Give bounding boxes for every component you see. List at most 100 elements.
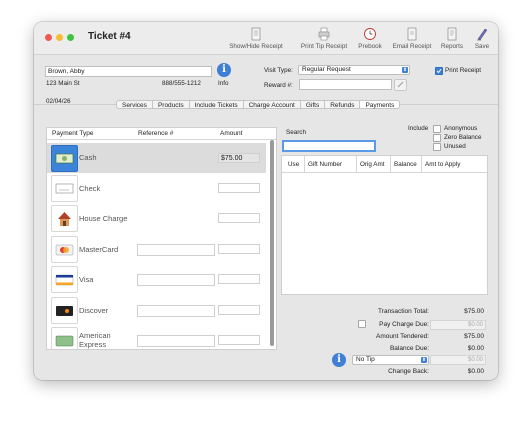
- visit-type-label: Visit Type:: [264, 67, 293, 74]
- visit-type-value: Regular Request: [302, 66, 351, 73]
- payment-row-american-express[interactable]: American Express: [47, 325, 266, 349]
- payment-row-house-charge[interactable]: House Charge: [47, 203, 266, 233]
- save-button[interactable]: Save: [471, 27, 493, 50]
- close-window-button[interactable]: [45, 34, 52, 41]
- use-header: Use: [288, 161, 300, 168]
- client-info-icon[interactable]: i: [217, 63, 231, 77]
- reward-lookup-button[interactable]: [394, 79, 407, 91]
- toolbar-label: Save: [474, 43, 490, 50]
- tab-payments[interactable]: Payments: [360, 100, 401, 109]
- minimize-window-button[interactable]: [56, 34, 63, 41]
- tab-refunds[interactable]: Refunds: [325, 100, 361, 109]
- reward-label: Reward #:: [264, 82, 293, 89]
- toolbar-label: Email Receipt: [392, 43, 432, 50]
- house-charge-amount-field[interactable]: [218, 213, 260, 223]
- save-icon: [477, 28, 488, 41]
- tab-gifts[interactable]: Gifts: [300, 100, 326, 109]
- include-unused-checkbox[interactable]: [433, 143, 441, 151]
- reward-number-field[interactable]: [299, 79, 392, 90]
- tip-select-value: No Tip: [356, 356, 375, 363]
- change-back-label: Change Back:: [388, 368, 429, 375]
- show-hide-receipt-button[interactable]: Show/Hide Receipt: [226, 27, 286, 50]
- mastercard-reference-field[interactable]: [137, 244, 215, 256]
- column-divider: [356, 156, 357, 172]
- amount-tendered-value: $75.00: [464, 333, 484, 340]
- print-receipt-label: Print Receipt: [445, 67, 482, 74]
- amex-reference-field[interactable]: [137, 335, 215, 347]
- amex-icon: [51, 327, 78, 349]
- include-unused-label: Unused: [444, 143, 466, 150]
- reports-button[interactable]: Reports: [439, 27, 465, 50]
- column-divider: [304, 156, 305, 172]
- payment-label: MasterCard: [79, 245, 119, 254]
- mastercard-icon: [51, 236, 78, 263]
- mastercard-amount-field[interactable]: [218, 244, 260, 254]
- tip-amount-field[interactable]: $0.00: [430, 355, 486, 365]
- tab-charge-account[interactable]: Charge Account: [243, 100, 301, 109]
- prebook-button[interactable]: Prebook: [354, 27, 386, 50]
- pay-charge-due-field[interactable]: $0.00: [430, 320, 486, 330]
- payment-row-check[interactable]: Check: [47, 173, 266, 203]
- orig-amt-header: Orig Amt: [360, 161, 385, 168]
- client-name-field[interactable]: Brown, Abby: [45, 66, 212, 77]
- tab-services[interactable]: Services: [116, 100, 153, 109]
- include-label: Include: [408, 125, 429, 132]
- payment-list-scrollbar[interactable]: [270, 140, 274, 346]
- check-icon: [51, 175, 78, 202]
- discover-icon: [51, 297, 78, 324]
- tab-products[interactable]: Products: [152, 100, 190, 109]
- cash-amount-field[interactable]: $75.00: [218, 153, 260, 163]
- title-bar: Ticket #4 Show/Hide Receipt Print Tip Re…: [34, 22, 498, 55]
- payment-row-cash[interactable]: Cash $75.00: [47, 143, 266, 173]
- zoom-window-button[interactable]: [67, 34, 74, 41]
- discover-amount-field[interactable]: [218, 305, 260, 315]
- tab-include-tickets[interactable]: Include Tickets: [189, 100, 244, 109]
- amex-amount-field[interactable]: [218, 335, 260, 345]
- visa-amount-field[interactable]: [218, 274, 260, 284]
- include-zero-balance-label: Zero Balance: [444, 134, 482, 141]
- transaction-total-label: Transaction Total:: [378, 308, 429, 315]
- payment-label: American Express: [79, 331, 111, 349]
- client-address: 123 Main St: [46, 80, 80, 87]
- gift-search-input[interactable]: [282, 140, 376, 152]
- include-anonymous-label: Anonymous: [444, 125, 478, 132]
- tip-info-icon[interactable]: i: [332, 353, 346, 367]
- include-anonymous-checkbox[interactable]: [433, 125, 441, 133]
- clock-icon: [364, 28, 376, 40]
- toolbar-label: Reports: [440, 43, 464, 50]
- payment-label: Cash: [79, 153, 97, 162]
- payment-label: House Charge: [79, 214, 128, 223]
- chevron-updown-icon: ⬍: [421, 357, 427, 363]
- email-icon: [407, 27, 417, 41]
- discover-reference-field[interactable]: [137, 305, 215, 317]
- balance-header: Balance: [394, 161, 417, 168]
- payment-label: Discover: [79, 306, 109, 315]
- gift-card-table: Use Gift Number Orig Amt Balance Amt to …: [281, 155, 488, 295]
- visa-icon: [51, 266, 78, 293]
- payment-row-discover[interactable]: Discover: [47, 295, 266, 325]
- payment-type-header: Payment Type: [52, 130, 94, 137]
- payment-row-visa[interactable]: Visa: [47, 264, 266, 294]
- email-receipt-button[interactable]: Email Receipt: [390, 27, 434, 50]
- column-divider: [421, 156, 422, 172]
- tip-select[interactable]: No Tip ⬍: [352, 355, 429, 365]
- print-receipt-checkbox[interactable]: [435, 67, 443, 75]
- visa-reference-field[interactable]: [137, 274, 215, 286]
- amount-header: Amount: [220, 130, 243, 137]
- include-zero-balance-checkbox[interactable]: [433, 134, 441, 142]
- info-label: Info: [218, 80, 229, 87]
- payment-types-panel: Payment Type Reference # Amount Cash $75…: [46, 127, 277, 350]
- window-title: Ticket #4: [88, 31, 131, 42]
- payment-row-mastercard[interactable]: MasterCard: [47, 234, 266, 264]
- receipt-icon: [251, 27, 261, 41]
- amount-tendered-label: Amount Tendered:: [376, 333, 429, 340]
- print-tip-receipt-button[interactable]: Print Tip Receipt: [296, 27, 352, 50]
- visit-type-select[interactable]: Regular Request ⬍: [298, 65, 410, 75]
- gift-number-header: Gift Number: [308, 161, 342, 168]
- reference-header: Reference #: [138, 130, 174, 137]
- gift-search-label: Search: [286, 129, 306, 136]
- amt-to-apply-header: Amt to Apply: [425, 161, 461, 168]
- gift-table-header: Use Gift Number Orig Amt Balance Amt to …: [282, 156, 487, 173]
- house-icon: [51, 205, 78, 232]
- check-amount-field[interactable]: [218, 183, 260, 193]
